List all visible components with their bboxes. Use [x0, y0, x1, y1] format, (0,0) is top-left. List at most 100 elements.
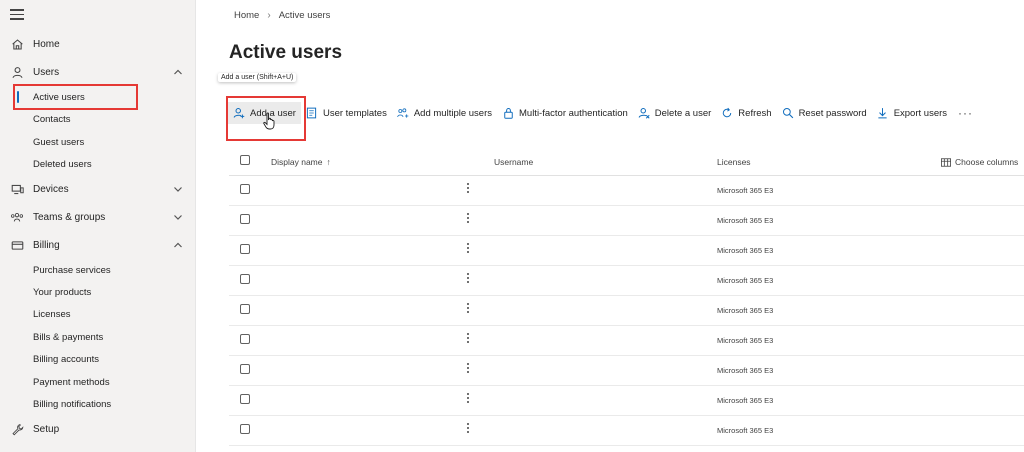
- chevron-up-icon[interactable]: [172, 66, 184, 78]
- download-icon: [877, 107, 889, 119]
- row-checkbox[interactable]: [240, 334, 250, 344]
- page-title: Active users: [229, 42, 343, 63]
- nav-item-billing[interactable]: Billing: [0, 234, 196, 256]
- row-more-actions-icon[interactable]: [466, 243, 470, 255]
- nav-label: Home: [33, 38, 60, 50]
- row-more-actions-icon[interactable]: [466, 363, 470, 375]
- add-multiple-users-button[interactable]: Add multiple users: [392, 102, 497, 124]
- row-license: Microsoft 365 E3: [717, 336, 774, 345]
- chevron-up-icon[interactable]: [172, 239, 184, 251]
- row-more-actions-icon[interactable]: [466, 273, 470, 285]
- more-options-icon[interactable]: ···: [958, 106, 973, 120]
- nav-item-purchase-services[interactable]: Purchase services: [33, 261, 111, 279]
- nav-item-deleted-users[interactable]: Deleted users: [33, 155, 92, 173]
- lock-icon: [502, 107, 514, 119]
- row-more-actions-icon[interactable]: [466, 333, 470, 345]
- nav-item-billing-notifications[interactable]: Billing notifications: [33, 395, 111, 413]
- nav-sub-label: Guest users: [33, 136, 85, 148]
- add-multiple-users-label: Add multiple users: [413, 107, 492, 119]
- nav-item-teams-groups[interactable]: Teams & groups: [0, 206, 196, 228]
- breadcrumb-home[interactable]: Home: [234, 10, 259, 21]
- row-license: Microsoft 365 E3: [717, 246, 774, 255]
- nav-item-payment-methods[interactable]: Payment methods: [33, 373, 110, 391]
- column-header-username[interactable]: Username: [494, 157, 533, 167]
- hand-cursor-icon: [263, 112, 275, 130]
- row-checkbox[interactable]: [240, 184, 250, 194]
- nav-label: Setup: [33, 423, 60, 435]
- delete-user-label: Delete a user: [654, 107, 712, 119]
- teams-icon: [10, 210, 24, 224]
- chevron-down-icon[interactable]: [172, 183, 184, 195]
- columns-icon: [941, 157, 951, 167]
- row-license: Microsoft 365 E3: [717, 396, 774, 405]
- column-header-display-name[interactable]: Display name ↑: [271, 157, 331, 167]
- remove-person-icon: [638, 107, 650, 119]
- nav-item-your-products[interactable]: Your products: [33, 283, 91, 301]
- table-row[interactable]: Microsoft 365 E3: [229, 386, 1024, 416]
- user-templates-label: User templates: [322, 107, 387, 119]
- row-checkbox[interactable]: [240, 424, 250, 434]
- user-icon: [10, 65, 24, 79]
- nav-item-licenses[interactable]: Licenses: [33, 305, 71, 323]
- reset-password-button[interactable]: Reset password: [777, 102, 872, 124]
- nav-label: Billing: [33, 239, 60, 251]
- row-license: Microsoft 365 E3: [717, 426, 774, 435]
- user-templates-button[interactable]: User templates: [301, 102, 392, 124]
- table-row[interactable]: Microsoft 365 E3: [229, 236, 1024, 266]
- template-icon: [306, 107, 318, 119]
- nav-label: Teams & groups: [33, 211, 106, 223]
- choose-columns-button[interactable]: Choose columns: [941, 157, 1018, 167]
- refresh-label: Refresh: [738, 107, 772, 119]
- nav-item-home[interactable]: Home: [0, 33, 196, 55]
- row-checkbox[interactable]: [240, 394, 250, 404]
- add-multiple-people-icon: [397, 107, 409, 119]
- refresh-button[interactable]: Refresh: [716, 102, 776, 124]
- row-checkbox[interactable]: [240, 244, 250, 254]
- delete-user-button[interactable]: Delete a user: [633, 102, 717, 124]
- left-nav-sidebar: Home Users Active users Contacts Guest u…: [0, 0, 196, 452]
- column-header-licenses[interactable]: Licenses: [717, 157, 751, 167]
- table-row[interactable]: Microsoft 365 E3: [229, 356, 1024, 386]
- column-label: Display name: [271, 157, 323, 167]
- command-toolbar: Add a user User templates Add multiple u…: [228, 102, 973, 124]
- row-license: Microsoft 365 E3: [717, 276, 774, 285]
- row-more-actions-icon[interactable]: [466, 183, 470, 195]
- row-checkbox[interactable]: [240, 274, 250, 284]
- table-row[interactable]: Microsoft 365 E3: [229, 416, 1024, 446]
- row-more-actions-icon[interactable]: [466, 393, 470, 405]
- row-checkbox[interactable]: [240, 214, 250, 224]
- nav-item-devices[interactable]: Devices: [0, 178, 196, 200]
- mfa-label: Multi-factor authentication: [519, 107, 628, 119]
- row-more-actions-icon[interactable]: [466, 213, 470, 225]
- nav-item-setup[interactable]: Setup: [0, 418, 196, 440]
- breadcrumb-current: Active users: [278, 10, 331, 21]
- table-row[interactable]: Microsoft 365 E3: [229, 296, 1024, 326]
- multi-factor-auth-button[interactable]: Multi-factor authentication: [497, 102, 633, 124]
- nav-item-guest-users[interactable]: Guest users: [33, 133, 84, 151]
- breadcrumb: Home › Active users: [234, 10, 330, 21]
- row-checkbox[interactable]: [240, 304, 250, 314]
- sort-arrow-icon: ↑: [326, 157, 331, 167]
- table-header: Display name ↑ Username Licenses Choose …: [229, 150, 1024, 176]
- select-all-checkbox[interactable]: [240, 155, 250, 165]
- table-row[interactable]: Microsoft 365 E3: [229, 326, 1024, 356]
- row-checkbox[interactable]: [240, 364, 250, 374]
- export-users-button[interactable]: Export users: [872, 102, 952, 124]
- nav-label: Devices: [33, 183, 69, 195]
- row-license: Microsoft 365 E3: [717, 306, 774, 315]
- reset-password-label: Reset password: [798, 107, 867, 119]
- add-user-tooltip: Add a user (Shift+A+U): [218, 73, 297, 82]
- row-more-actions-icon[interactable]: [466, 303, 470, 315]
- devices-icon: [10, 182, 24, 196]
- table-row[interactable]: Microsoft 365 E3: [229, 266, 1024, 296]
- table-row[interactable]: Microsoft 365 E3: [229, 206, 1024, 236]
- hamburger-menu-icon[interactable]: [10, 9, 24, 21]
- nav-item-bills-payments[interactable]: Bills & payments: [33, 328, 103, 346]
- chevron-down-icon[interactable]: [172, 211, 184, 223]
- row-more-actions-icon[interactable]: [466, 423, 470, 435]
- table-row[interactable]: Microsoft 365 E3: [229, 176, 1024, 206]
- nav-item-contacts[interactable]: Contacts: [33, 110, 71, 128]
- nav-item-users[interactable]: Users: [0, 61, 196, 83]
- nav-item-billing-accounts[interactable]: Billing accounts: [33, 350, 99, 368]
- home-icon: [10, 37, 24, 51]
